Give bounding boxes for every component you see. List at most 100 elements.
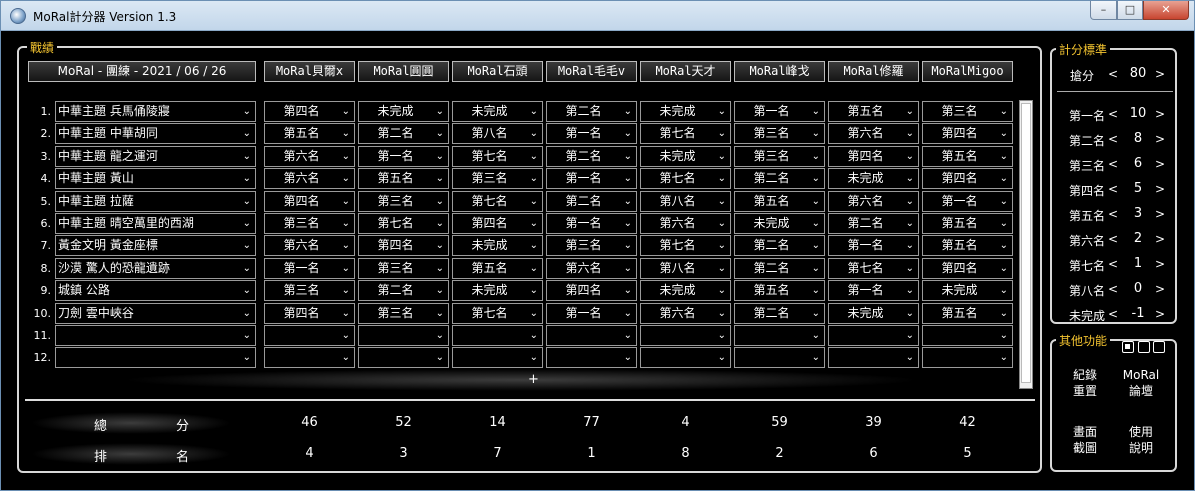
rank-select[interactable]: ⌄ [640, 325, 731, 346]
rule-increase-button[interactable]: > [1155, 207, 1165, 221]
map-select[interactable]: 中華主題 兵馬俑陵寢 ⌄ [55, 101, 256, 122]
rank-select[interactable]: 第七名 ⌄ [640, 123, 731, 145]
rank-select[interactable]: 第一名 ⌄ [546, 168, 637, 190]
rank-select[interactable]: 第七名 ⌄ [452, 302, 543, 324]
rule-decrease-button[interactable]: < [1108, 232, 1118, 246]
rank-select[interactable]: 第三名 ⌄ [264, 213, 355, 234]
rank-select[interactable]: 第六名 ⌄ [828, 190, 919, 212]
rank-select[interactable]: 第六名 ⌄ [264, 168, 355, 190]
rank-select[interactable]: 第四名 ⌄ [452, 213, 543, 234]
rule-increase-button[interactable]: > [1155, 182, 1165, 196]
player-header-1[interactable]: MoRal貝爾x [264, 61, 355, 82]
rank-select[interactable]: ⌄ [546, 347, 637, 369]
close-button[interactable]: ✕ [1143, 1, 1189, 20]
game-session-button[interactable]: MoRal - 團練 - 2021 / 06 / 26 [28, 61, 256, 82]
lead-decrease-button[interactable]: < [1108, 67, 1118, 81]
rank-select[interactable]: 第二名 ⌄ [358, 123, 449, 145]
player-header-3[interactable]: MoRal石頭 [452, 61, 543, 82]
rank-select[interactable]: 第七名 ⌄ [640, 168, 731, 190]
rank-select[interactable]: ⌄ [734, 325, 825, 346]
rule-increase-button[interactable]: > [1155, 257, 1165, 271]
rule-decrease-button[interactable]: < [1108, 132, 1118, 146]
rank-select[interactable]: 第五名 ⌄ [734, 280, 825, 302]
title-bar[interactable]: MoRal計分器 Version 1.3 – □ ✕ [1, 1, 1194, 31]
rank-select[interactable]: 未完成 ⌄ [734, 213, 825, 234]
map-select[interactable]: 黃金文明 黃金座標 ⌄ [55, 235, 256, 257]
rule-decrease-button[interactable]: < [1108, 257, 1118, 271]
rank-select[interactable]: 第二名 ⌄ [734, 257, 825, 279]
rank-select[interactable]: 第四名 ⌄ [922, 123, 1013, 145]
rank-select[interactable]: 第八名 ⌄ [640, 257, 731, 279]
rank-select[interactable]: 第四名 ⌄ [922, 257, 1013, 279]
rank-select[interactable]: ⌄ [264, 347, 355, 369]
rank-select[interactable]: 第三名 ⌄ [922, 101, 1013, 122]
rank-select[interactable]: ⌄ [922, 347, 1013, 369]
rank-select[interactable]: 第二名 ⌄ [358, 280, 449, 302]
rank-select[interactable]: 第二名 ⌄ [546, 190, 637, 212]
player-header-7[interactable]: MoRal修羅 [828, 61, 919, 82]
rank-select[interactable]: 第一名 ⌄ [546, 213, 637, 234]
rank-select[interactable]: 第五名 ⌄ [734, 190, 825, 212]
rank-select[interactable]: 第三名 ⌄ [734, 123, 825, 145]
rank-select[interactable]: 第四名 ⌄ [264, 302, 355, 324]
rank-select[interactable]: 未完成 ⌄ [640, 280, 731, 302]
rank-select[interactable]: 未完成 ⌄ [922, 280, 1013, 302]
rank-select[interactable]: ⌄ [452, 347, 543, 369]
rule-increase-button[interactable]: > [1155, 282, 1165, 296]
rank-select[interactable]: 未完成 ⌄ [452, 235, 543, 257]
map-select[interactable]: 沙漠 驚人的恐龍遺跡 ⌄ [55, 257, 256, 279]
map-select[interactable]: ⌄ [55, 347, 256, 369]
player-header-8[interactable]: MoRalMigoo [922, 61, 1013, 82]
rank-select[interactable]: ⌄ [828, 347, 919, 369]
rank-select[interactable]: 第四名 ⌄ [358, 235, 449, 257]
rule-increase-button[interactable]: > [1155, 132, 1165, 146]
player-header-6[interactable]: MoRal峰戈 [734, 61, 825, 82]
lead-increase-button[interactable]: > [1155, 67, 1165, 81]
player-header-2[interactable]: MoRal圓圓 [358, 61, 449, 82]
rank-select[interactable]: 第五名 ⌄ [358, 168, 449, 190]
rule-increase-button[interactable]: > [1155, 232, 1165, 246]
rank-select[interactable]: 第三名 ⌄ [358, 190, 449, 212]
rank-select[interactable]: 第五名 ⌄ [922, 302, 1013, 324]
layout-toggle-2[interactable] [1138, 341, 1150, 353]
rule-decrease-button[interactable]: < [1108, 207, 1118, 221]
rank-select[interactable]: 第五名 ⌄ [922, 145, 1013, 167]
rank-select[interactable]: 第四名 ⌄ [264, 101, 355, 122]
rank-select[interactable]: 第八名 ⌄ [452, 123, 543, 145]
rank-select[interactable]: ⌄ [828, 325, 919, 346]
rule-decrease-button[interactable]: < [1108, 182, 1118, 196]
rank-select[interactable]: ⌄ [264, 325, 355, 346]
rank-select[interactable]: 第二名 ⌄ [546, 145, 637, 167]
rank-select[interactable]: ⌄ [640, 347, 731, 369]
rule-increase-button[interactable]: > [1155, 107, 1165, 121]
rank-select[interactable]: ⌄ [358, 347, 449, 369]
rank-select[interactable]: 第五名 ⌄ [922, 213, 1013, 234]
rank-select[interactable]: 第七名 ⌄ [452, 145, 543, 167]
rule-decrease-button[interactable]: < [1108, 307, 1118, 321]
rank-select[interactable]: 第五名 ⌄ [452, 257, 543, 279]
rank-select[interactable]: 未完成 ⌄ [828, 302, 919, 324]
rank-select[interactable]: 第六名 ⌄ [640, 213, 731, 234]
layout-toggle-1[interactable] [1122, 341, 1134, 353]
rank-select[interactable]: 第七名 ⌄ [828, 257, 919, 279]
rank-select[interactable]: 第二名 ⌄ [734, 235, 825, 257]
rule-decrease-button[interactable]: < [1108, 157, 1118, 171]
map-select[interactable]: ⌄ [55, 325, 256, 346]
screenshot-button[interactable]: 畫面 截圖 [1063, 424, 1107, 456]
map-select[interactable]: 中華主題 黃山 ⌄ [55, 168, 256, 190]
rank-select[interactable]: 第一名 ⌄ [734, 101, 825, 122]
layout-toggle-3[interactable] [1153, 341, 1165, 353]
rank-select[interactable]: 第五名 ⌄ [922, 235, 1013, 257]
map-select[interactable]: 城鎮 公路 ⌄ [55, 280, 256, 302]
rank-select[interactable]: ⌄ [546, 325, 637, 346]
rank-select[interactable]: 第一名 ⌄ [358, 145, 449, 167]
rank-select[interactable]: 未完成 ⌄ [828, 168, 919, 190]
rank-select[interactable]: 第六名 ⌄ [546, 257, 637, 279]
rank-select[interactable]: 第六名 ⌄ [264, 145, 355, 167]
rule-decrease-button[interactable]: < [1108, 282, 1118, 296]
map-select[interactable]: 中華主題 龍之運河 ⌄ [55, 145, 256, 167]
rank-select[interactable]: 第四名 ⌄ [264, 190, 355, 212]
rank-select[interactable]: ⌄ [734, 347, 825, 369]
rank-select[interactable]: 第二名 ⌄ [828, 213, 919, 234]
rule-increase-button[interactable]: > [1155, 307, 1165, 321]
